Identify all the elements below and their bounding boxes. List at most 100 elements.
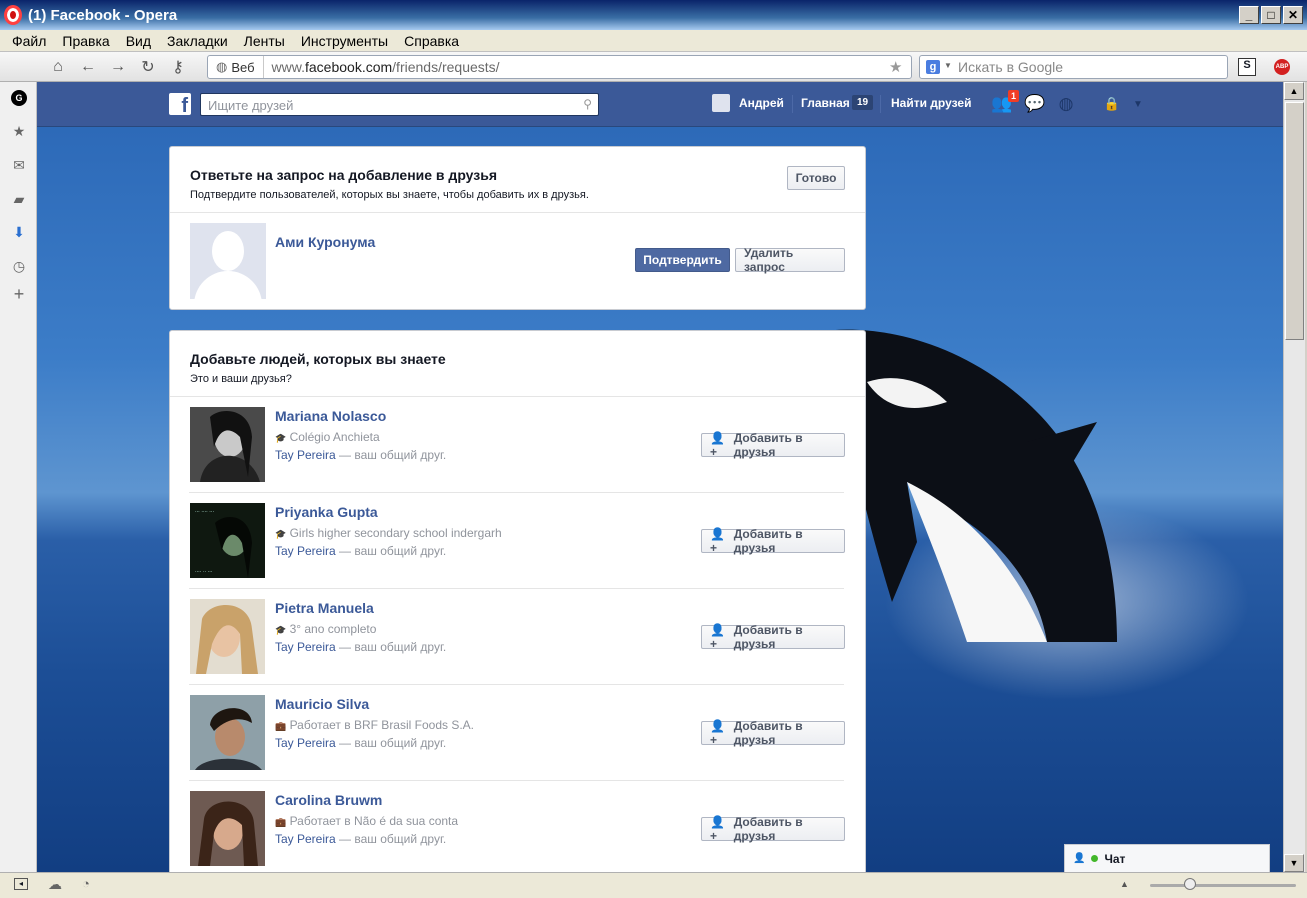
confirm-request-button[interactable]: Подтвердить [635, 248, 730, 272]
turbo-gauge-icon[interactable]: ◔ [82, 876, 90, 891]
requests-subtitle: Подтвердите пользователей, которых вы зн… [190, 189, 589, 201]
scrollbar-thumb[interactable] [1285, 102, 1304, 340]
panel-toggle-icon[interactable]: ◂ [14, 878, 28, 890]
friends-search-input[interactable]: Ищите друзей ⚲ [200, 93, 599, 116]
menu-tools[interactable]: Инструменты [293, 33, 396, 49]
suggestion-meta: 🎓 3° ano completo [275, 622, 376, 636]
add-panel-icon[interactable]: + [11, 284, 27, 304]
adblock-icon[interactable]: ABP [1274, 59, 1290, 75]
home-icon[interactable]: ⌂ [47, 56, 69, 78]
suggestions-header: Добавьте людей, которых вы знаете Это и … [170, 331, 865, 397]
home-count-badge: 19 [852, 95, 874, 110]
person-photo[interactable]: ··· ···· ··· ···· ·· ··· [190, 503, 265, 578]
friends-search-placeholder: Ищите друзей [208, 98, 294, 113]
scroll-down-arrow-icon[interactable]: ▼ [1284, 854, 1304, 872]
search-field[interactable]: g ▼ Искать в Google [919, 55, 1228, 79]
mutual-friend-link[interactable]: Tay Pereira [275, 832, 336, 846]
facebook-header: f Ищите друзей ⚲ Андрей Главная 19 Найти… [37, 82, 1283, 127]
status-bar: ◂ ☁ ◔ ▲ [0, 872, 1307, 898]
reload-icon[interactable]: ↻ [137, 56, 159, 78]
mail-icon[interactable]: ✉ [11, 157, 27, 173]
suggestion-name[interactable]: Mariana Nolasco [275, 408, 386, 424]
find-friends-link[interactable]: Найти друзей [891, 96, 971, 110]
back-icon[interactable]: ← [77, 56, 99, 78]
person-photo[interactable] [190, 695, 265, 770]
suggestion-name[interactable]: Carolina Bruwm [275, 792, 382, 808]
forward-icon[interactable]: → [107, 56, 129, 78]
menu-help[interactable]: Справка [396, 33, 467, 49]
person-photo[interactable] [190, 407, 265, 482]
school-icon: 🎓 [275, 433, 287, 443]
add-friend-button[interactable]: 👤+ Добавить в друзья [701, 527, 845, 555]
add-friend-icon: 👤+ [710, 623, 725, 651]
mutual-friends: Tay Pereira — ваш общий друг. [275, 640, 446, 654]
zoom-up-arrow-icon[interactable]: ▲ [1120, 879, 1129, 889]
menu-feeds[interactable]: Ленты [236, 33, 293, 49]
done-button[interactable]: Готово [787, 166, 845, 190]
url-text[interactable]: www.facebook.com/friends/requests/ [264, 59, 889, 75]
zoom-slider[interactable] [1150, 884, 1296, 887]
zoom-slider-handle[interactable] [1184, 878, 1196, 890]
menu-file[interactable]: Файл [4, 33, 54, 49]
delete-request-button[interactable]: Удалить запрос [735, 246, 845, 274]
notes-icon[interactable]: ▰ [11, 191, 27, 207]
extension-s-icon[interactable]: S [1238, 58, 1256, 76]
mutual-friend-link[interactable]: Tay Pereira [275, 448, 336, 462]
mutual-friend-link[interactable]: Tay Pereira [275, 544, 336, 558]
person-photo[interactable] [190, 791, 265, 866]
work-icon: 💼 [275, 817, 287, 827]
downloads-icon[interactable]: ⬇ [11, 224, 27, 240]
add-friend-button[interactable]: 👤+ Добавить в друзья [701, 815, 845, 843]
request-avatar[interactable] [190, 223, 266, 299]
close-button[interactable]: ✕ [1283, 6, 1303, 24]
opera-logo-icon[interactable] [4, 5, 22, 25]
facebook-logo-icon[interactable]: f [169, 93, 191, 115]
url-prefix: www. [271, 59, 305, 75]
online-status-icon [1091, 855, 1099, 862]
school-icon: 🎓 [275, 529, 287, 539]
web-identity-badge[interactable]: ◍ Веб [208, 56, 264, 78]
add-friend-button[interactable]: 👤+ Добавить в друзья [701, 623, 845, 651]
bookmarks-star-icon[interactable]: ★ [11, 123, 27, 139]
chevron-down-icon[interactable]: ▼ [944, 61, 952, 70]
mutual-friend-link[interactable]: Tay Pereira [275, 640, 336, 654]
notifications-globe-icon[interactable]: ◍ [1055, 93, 1077, 115]
menu-edit[interactable]: Правка [54, 33, 117, 49]
nav-divider [880, 95, 881, 113]
opera-unite-cloud-icon[interactable]: ☁ [48, 876, 62, 893]
vertical-scrollbar[interactable]: ▲ ▼ [1283, 82, 1305, 872]
settings-arrow-icon[interactable]: ▼ [1127, 93, 1149, 115]
home-link[interactable]: Главная [801, 96, 850, 110]
person-photo[interactable] [190, 599, 265, 674]
add-friend-button[interactable]: 👤+ Добавить в друзья [701, 431, 845, 459]
google-panel-icon[interactable]: G [11, 90, 27, 106]
history-clock-icon[interactable]: ◷ [11, 258, 27, 274]
messages-icon[interactable]: 💬 [1024, 93, 1046, 115]
scroll-up-arrow-icon[interactable]: ▲ [1284, 82, 1304, 100]
suggestion-name[interactable]: Mauricio Silva [275, 696, 369, 712]
chat-tab[interactable]: 👤 Чат [1064, 844, 1270, 872]
google-icon[interactable]: g [926, 60, 940, 74]
menu-bookmarks[interactable]: Закладки [159, 33, 236, 49]
mutual-friend-link[interactable]: Tay Pereira [275, 736, 336, 750]
search-icon[interactable]: ⚲ [583, 97, 592, 111]
suggestion-meta-text: Работает в Não é da sua conta [289, 814, 459, 828]
wand-key-icon[interactable]: ⚷ [167, 56, 189, 78]
avatar[interactable] [712, 94, 730, 112]
friend-requests-card: Ответьте на запрос на добавление в друзь… [169, 146, 866, 310]
address-bar[interactable]: ◍ Веб www.facebook.com/friends/requests/… [207, 55, 912, 79]
privacy-lock-icon[interactable]: 🔒 [1101, 93, 1123, 115]
add-friend-button[interactable]: 👤+ Добавить в друзья [701, 719, 845, 747]
mutual-suffix: — ваш общий друг. [335, 544, 447, 558]
row-divider [189, 588, 844, 589]
minimize-button[interactable]: _ [1239, 6, 1259, 24]
suggestion-name[interactable]: Pietra Manuela [275, 600, 374, 616]
request-name[interactable]: Ами Куронума [275, 234, 375, 250]
menu-view[interactable]: Вид [118, 33, 159, 49]
suggestion-name[interactable]: Priyanka Gupta [275, 504, 378, 520]
suggestions-title: Добавьте людей, которых вы знаете [190, 351, 446, 367]
profile-link[interactable]: Андрей [739, 96, 784, 110]
maximize-button[interactable]: □ [1261, 6, 1281, 24]
bookmark-star-icon[interactable]: ★ [889, 58, 911, 76]
mutual-friends: Tay Pereira — ваш общий друг. [275, 448, 446, 462]
